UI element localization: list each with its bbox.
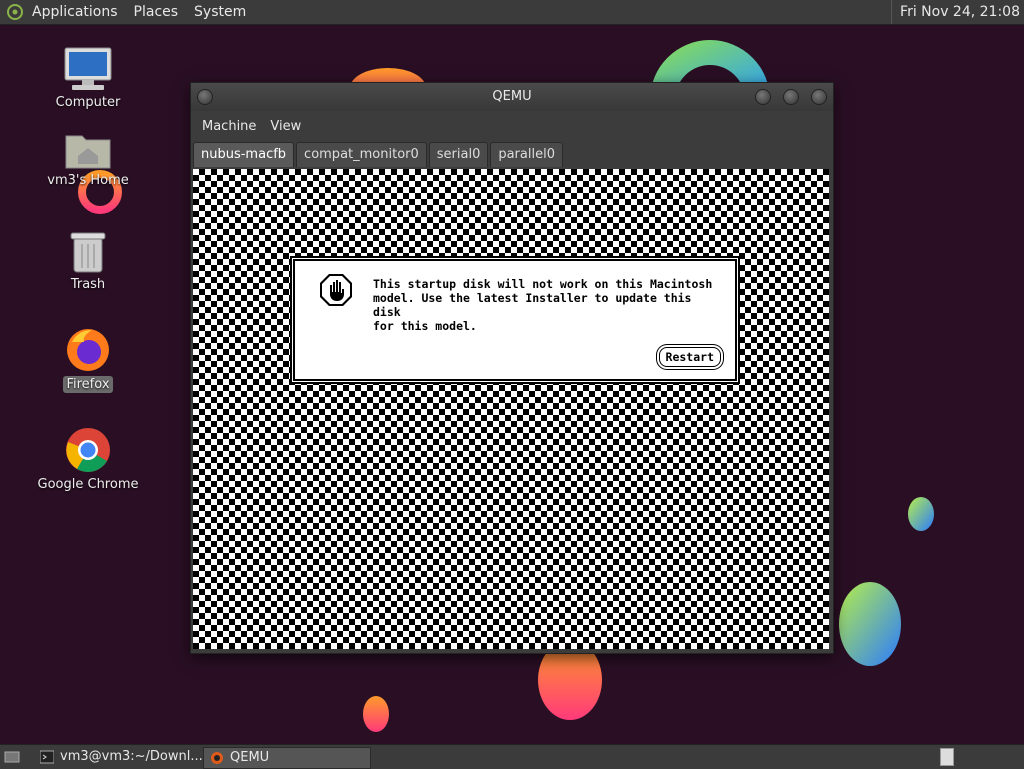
restart-button[interactable]: Restart (658, 347, 721, 367)
alert-line: for this model. (373, 319, 477, 333)
desktop-icon-chrome[interactable]: Google Chrome (33, 426, 143, 493)
computer-icon (64, 47, 112, 90)
tab-parallel0[interactable]: parallel0 (490, 142, 563, 167)
close-button[interactable] (811, 89, 827, 105)
mac-alert-dialog: This startup disk will not work on this … (292, 258, 738, 382)
stop-hand-icon (320, 274, 352, 306)
home-folder-icon (65, 135, 111, 169)
places-menu[interactable]: Places (126, 4, 187, 20)
desktop-icon-firefox[interactable]: Firefox (33, 326, 143, 393)
maximize-button[interactable] (783, 89, 799, 105)
taskbar-item-qemu[interactable]: QEMU (203, 747, 371, 769)
top-panel: Applications Places System Fri Nov 24, 2… (0, 0, 1024, 25)
taskbar-item-label: QEMU (230, 750, 270, 765)
desktop-icon-label: Trash (70, 277, 106, 292)
desktop-icon-label: Computer (55, 95, 121, 110)
qemu-tabs: nubus-macfb compat_monitor0 serial0 para… (191, 141, 833, 167)
clock[interactable]: Fri Nov 24, 21:08 (891, 0, 1020, 24)
firefox-icon (67, 329, 109, 371)
applications-menu[interactable]: Applications (24, 4, 126, 20)
desktop-icon-label: vm3's Home (47, 173, 129, 188)
chrome-icon (66, 428, 110, 472)
trash-icon (70, 232, 106, 273)
qemu-icon (211, 752, 223, 764)
alert-line: This startup disk will not work on this … (373, 277, 713, 291)
terminal-icon (40, 750, 54, 764)
window-title: QEMU (492, 89, 532, 104)
desktop-icon-label: Firefox (63, 376, 113, 393)
desktop-icon-label: Google Chrome (37, 477, 139, 492)
window-menu-button[interactable] (197, 89, 213, 105)
tab-nubus-macfb[interactable]: nubus-macfb (193, 142, 295, 167)
qemu-window: QEMU Machine View nubus-macfb compat_mon… (190, 82, 834, 654)
window-titlebar[interactable]: QEMU (191, 83, 833, 111)
workspace-switcher[interactable] (940, 748, 954, 766)
taskbar-item-label: vm3@vm3:~/Downl... (60, 749, 203, 764)
distro-logo-icon[interactable] (6, 3, 24, 21)
desktop-icon-computer[interactable]: Computer (33, 46, 143, 111)
view-menu[interactable]: View (263, 119, 308, 134)
machine-menu[interactable]: Machine (195, 119, 263, 134)
emulator-display[interactable]: This startup disk will not work on this … (193, 169, 829, 649)
show-desktop-icon[interactable] (4, 749, 20, 769)
desktop-icon-trash[interactable]: Trash (33, 230, 143, 293)
alert-message: This startup disk will not work on this … (373, 277, 723, 333)
tab-serial0[interactable]: serial0 (428, 142, 489, 167)
qemu-menubar: Machine View (191, 111, 833, 141)
alert-line: model. Use the latest Installer to updat… (373, 291, 692, 319)
tab-compat-monitor0[interactable]: compat_monitor0 (296, 142, 427, 167)
desktop-icon-home[interactable]: vm3's Home (33, 130, 143, 189)
bottom-panel: vm3@vm3:~/Downl... QEMU (0, 744, 1024, 769)
minimize-button[interactable] (755, 89, 771, 105)
taskbar-item-terminal[interactable]: vm3@vm3:~/Downl... (34, 747, 224, 767)
system-menu[interactable]: System (186, 4, 254, 20)
